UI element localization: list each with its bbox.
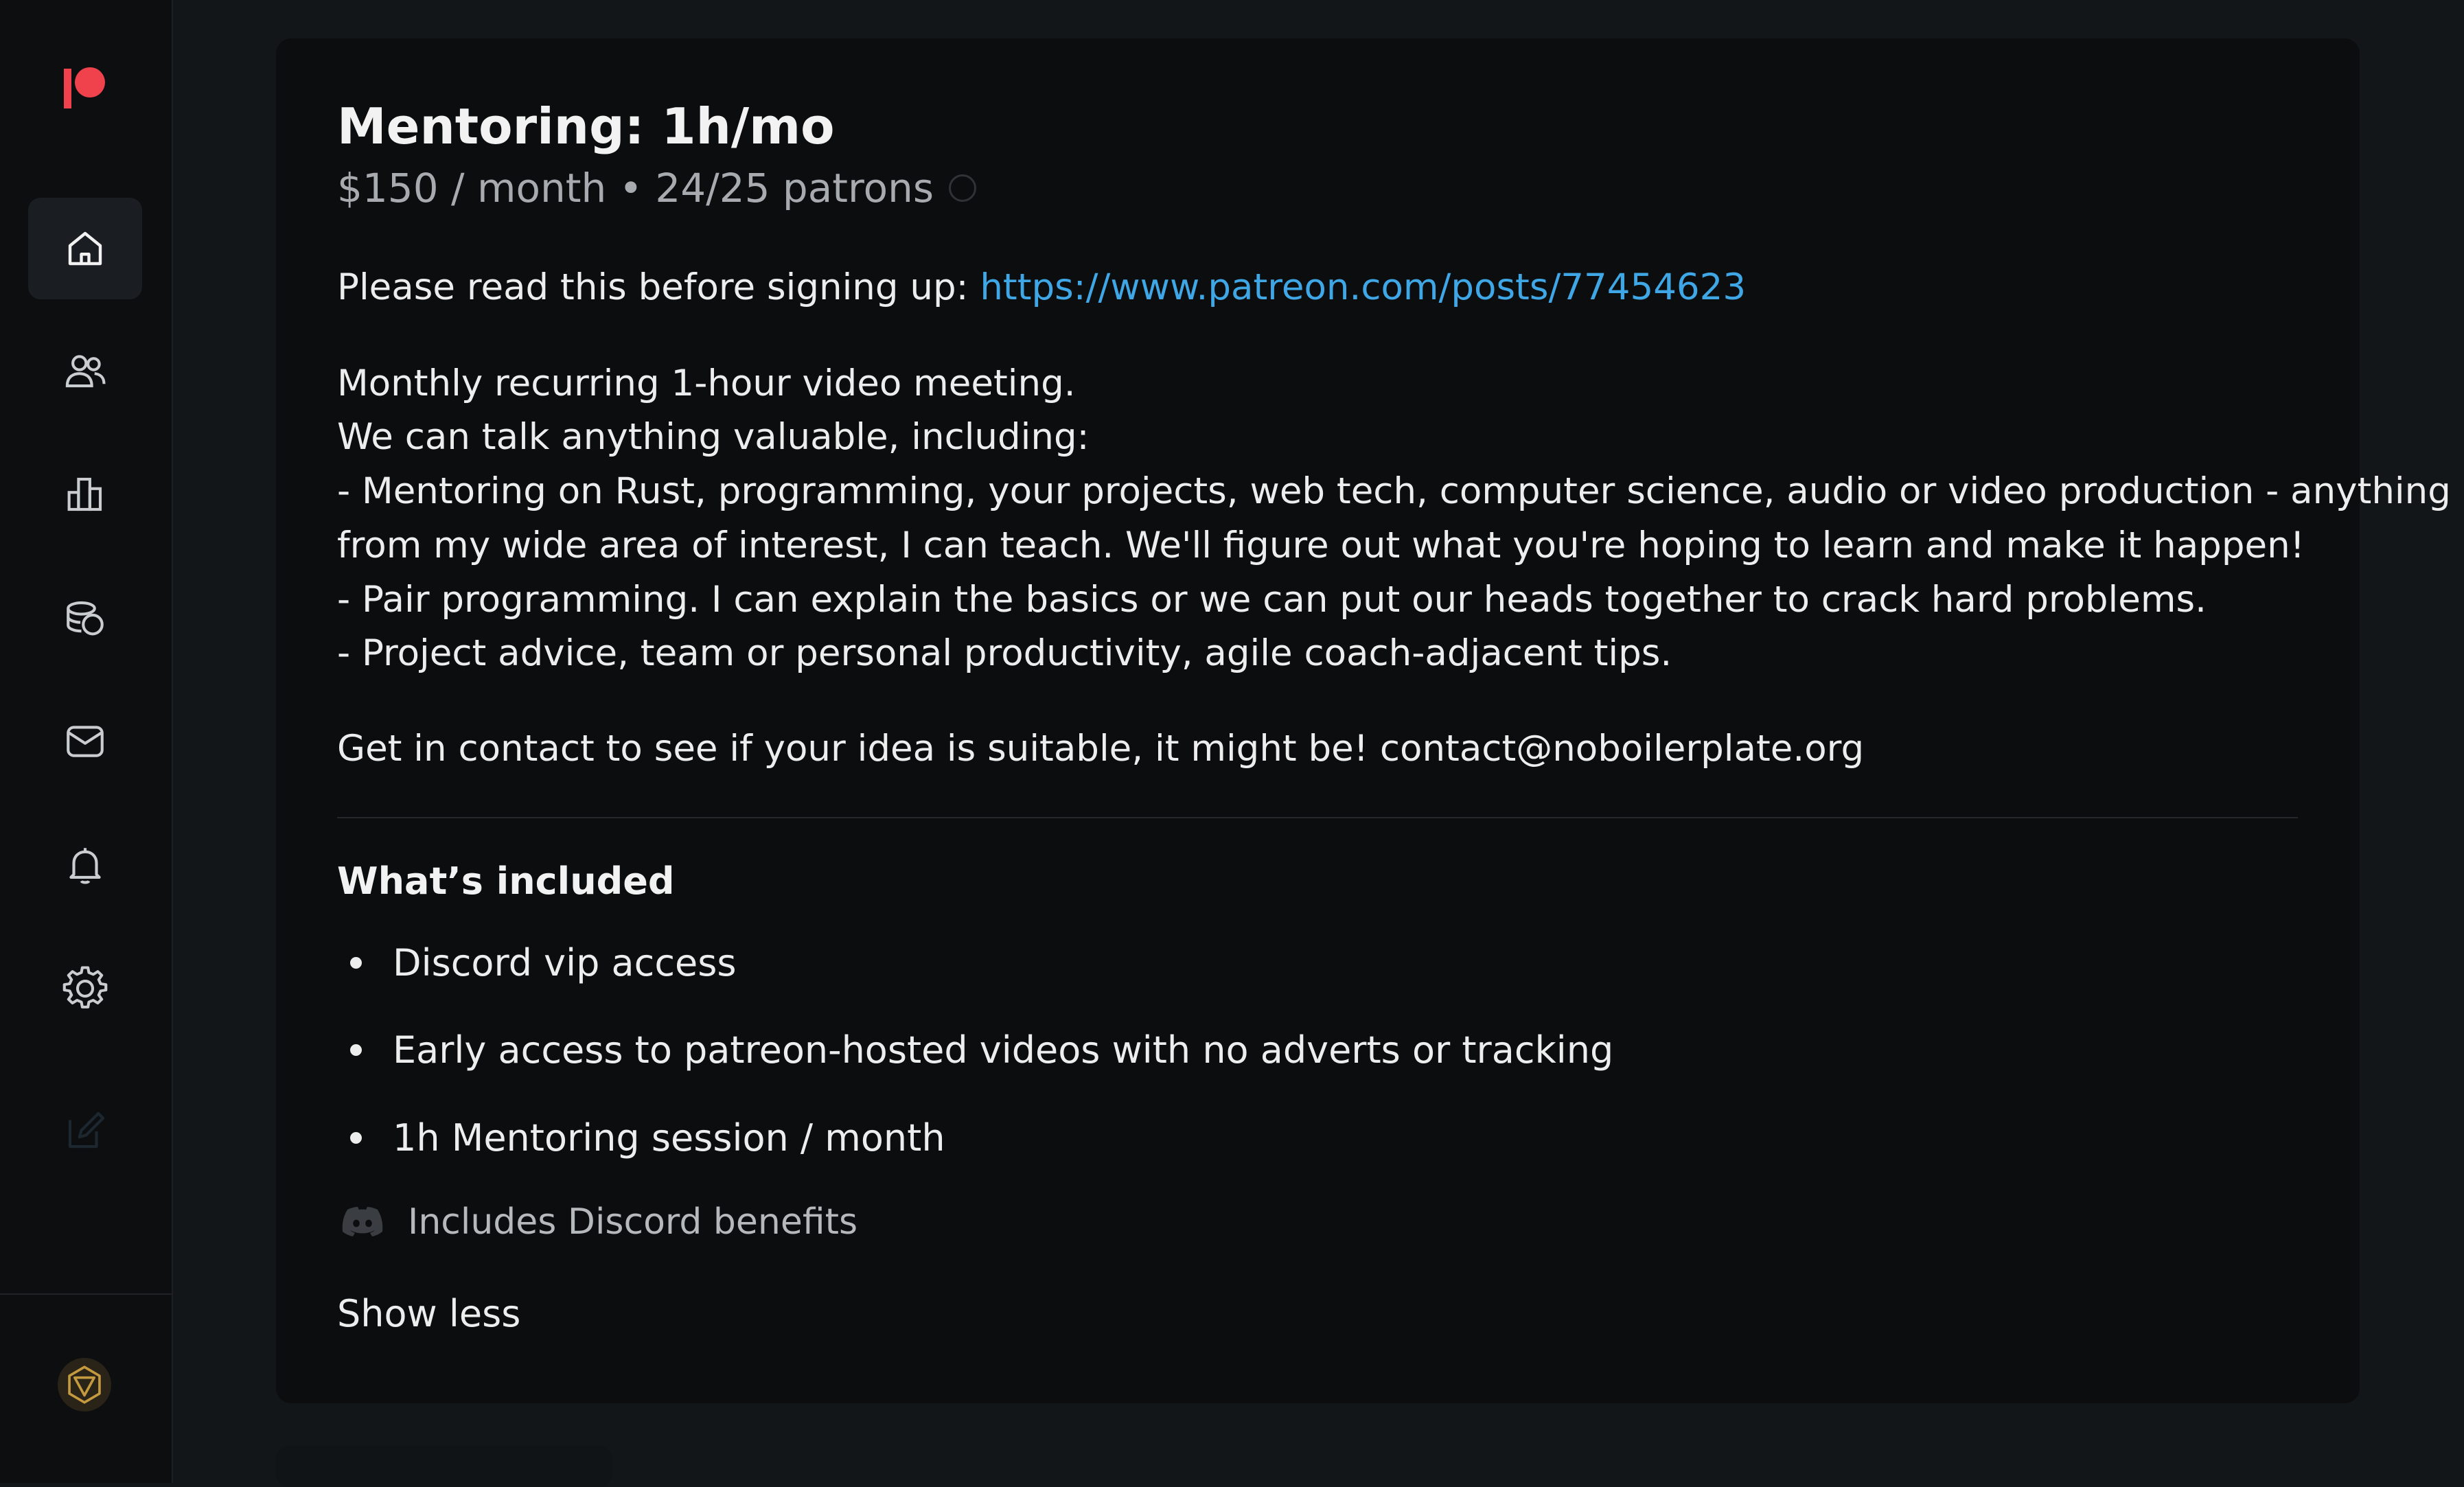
gear-icon bbox=[62, 966, 108, 1008]
discord-benefits: Includes Discord benefits bbox=[341, 1201, 857, 1243]
sidebar-item-home[interactable] bbox=[28, 198, 142, 299]
tier-intro: Please read this before signing up: http… bbox=[337, 266, 1746, 308]
included-item-label: 1h Mentoring session / month bbox=[393, 1116, 945, 1160]
discord-benefits-label: Includes Discord benefits bbox=[408, 1201, 858, 1243]
description-line: We can talk anything valuable, including… bbox=[337, 416, 1090, 458]
description-line: Monthly recurring 1-hour video meeting. bbox=[337, 362, 1076, 404]
included-heading: What’s included bbox=[337, 860, 675, 903]
description-line: - Pair programming. I can explain the ba… bbox=[337, 579, 2207, 621]
sidebar-divider bbox=[0, 1293, 172, 1295]
description-line: - Project advice, team or personal produ… bbox=[337, 632, 1672, 674]
bullet-icon bbox=[350, 957, 362, 969]
creator-avatar-icon bbox=[68, 1365, 101, 1404]
show-less-button[interactable]: Show less bbox=[337, 1292, 520, 1335]
sidebar-item-notifications[interactable] bbox=[28, 814, 142, 916]
tier-subtitle: $150 / month • 24/25 patrons bbox=[337, 165, 934, 211]
info-icon[interactable] bbox=[949, 174, 977, 202]
sidebar-item-insights[interactable] bbox=[28, 443, 142, 545]
sidebar-item-payouts[interactable] bbox=[28, 567, 142, 669]
sidebar-item-messages[interactable] bbox=[28, 691, 142, 792]
intro-text: Please read this before signing up: bbox=[337, 266, 980, 308]
mail-icon bbox=[67, 726, 104, 757]
tier-price-and-patrons: $150 / month • 24/25 patrons bbox=[337, 165, 977, 211]
list-item: Discord vip access bbox=[350, 941, 737, 984]
sidebar-item-members[interactable] bbox=[28, 320, 142, 422]
section-divider bbox=[337, 817, 2298, 818]
sidebar-item-settings[interactable] bbox=[28, 938, 142, 1039]
list-item: 1h Mentoring session / month bbox=[350, 1116, 945, 1160]
home-icon bbox=[68, 231, 102, 266]
list-item: Early access to patreon-hosted videos wi… bbox=[350, 1028, 1613, 1072]
edit-icon bbox=[68, 1111, 105, 1149]
sidebar bbox=[0, 0, 173, 1483]
contact-text: Get in contact to see if your idea is su… bbox=[337, 728, 1865, 770]
description-line: from my wide area of interest, I can tea… bbox=[337, 525, 2305, 566]
coins-icon bbox=[67, 601, 104, 636]
bullet-icon bbox=[350, 1132, 362, 1144]
bar-chart-icon bbox=[67, 477, 102, 511]
sidebar-item-create[interactable] bbox=[28, 1081, 142, 1182]
tier-title: Mentoring: 1h/mo bbox=[337, 97, 835, 155]
included-item-label: Discord vip access bbox=[393, 941, 737, 984]
patreon-logo-icon[interactable] bbox=[64, 66, 105, 110]
avatar[interactable] bbox=[58, 1358, 111, 1411]
bell-icon bbox=[69, 848, 101, 884]
discord-icon bbox=[342, 1207, 383, 1236]
tier-card bbox=[276, 38, 2360, 1403]
intro-link[interactable]: https://www.patreon.com/posts/77454623 bbox=[980, 266, 1746, 308]
bullet-icon bbox=[350, 1044, 362, 1056]
next-tier-card bbox=[276, 1446, 612, 1487]
included-item-label: Early access to patreon-hosted videos wi… bbox=[393, 1028, 1614, 1072]
description-line: - Mentoring on Rust, programming, your p… bbox=[337, 470, 2451, 512]
people-icon bbox=[65, 355, 106, 388]
